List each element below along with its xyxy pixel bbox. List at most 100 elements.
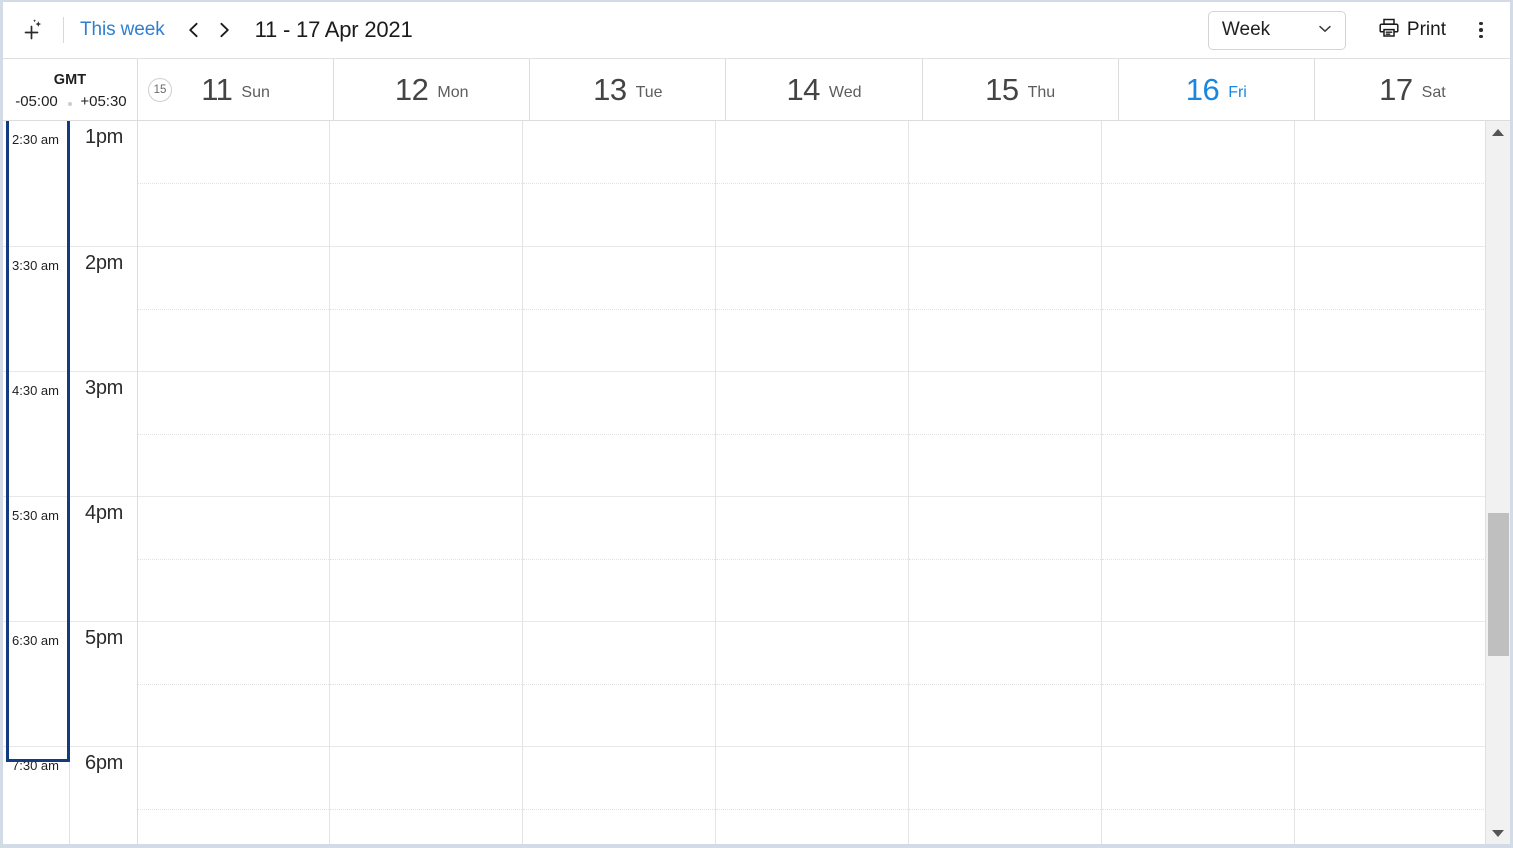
time-slot[interactable] xyxy=(138,621,329,746)
time-slot[interactable] xyxy=(909,371,1101,496)
kebab-dot xyxy=(1479,34,1483,39)
hour-label: 4:30 am xyxy=(3,371,69,496)
time-slot[interactable] xyxy=(523,121,715,246)
time-slot[interactable] xyxy=(716,371,908,496)
hour-label: 3pm xyxy=(70,371,137,496)
chevron-right-icon[interactable] xyxy=(209,14,239,46)
day-column-sun[interactable] xyxy=(138,121,330,844)
hour-text: 4:30 am xyxy=(12,383,59,398)
day-column-thu[interactable] xyxy=(909,121,1102,844)
view-mode-select[interactable]: Week xyxy=(1207,10,1346,50)
time-slot[interactable] xyxy=(909,496,1101,621)
toolbar: This week 11 - 17 Apr 2021 Week Print xyxy=(3,2,1510,59)
time-slot[interactable] xyxy=(1102,621,1294,746)
scroll-down-triangle xyxy=(1492,829,1504,837)
time-slot[interactable] xyxy=(1295,121,1488,246)
timezone-offset-secondary[interactable]: +05:30 xyxy=(70,93,137,110)
day-column-sat[interactable] xyxy=(1295,121,1488,844)
time-slot[interactable] xyxy=(523,371,715,496)
hour-label: 5pm xyxy=(70,621,137,746)
date-range-title: 11 - 17 Apr 2021 xyxy=(254,17,413,42)
day-header-sun[interactable]: 15 11 Sun xyxy=(138,59,335,120)
day-number: 17 xyxy=(1379,72,1413,107)
timezone-title: GMT xyxy=(53,72,87,88)
calendar-body: 2:30 am 3:30 am 4:30 am 5:30 am 6:30 am … xyxy=(3,121,1510,844)
hour-text: 4pm xyxy=(85,502,124,524)
time-slot[interactable] xyxy=(330,621,522,746)
time-slot[interactable] xyxy=(330,746,522,844)
day-header-sat[interactable]: 17 Sat xyxy=(1315,59,1510,120)
timezone-column-secondary[interactable]: 1pm 2pm 3pm 4pm 5pm 6pm xyxy=(70,121,137,844)
time-slot[interactable] xyxy=(909,121,1101,246)
time-slot[interactable] xyxy=(138,121,329,246)
time-slot[interactable] xyxy=(1295,496,1488,621)
day-column-fri[interactable] xyxy=(1102,121,1295,844)
time-slot[interactable] xyxy=(1295,246,1488,371)
time-slot[interactable] xyxy=(1102,371,1294,496)
time-slot[interactable] xyxy=(523,246,715,371)
day-number: 13 xyxy=(593,72,627,107)
view-mode-value: Week xyxy=(1221,19,1271,40)
vertical-scrollbar[interactable] xyxy=(1485,121,1510,844)
time-slot[interactable] xyxy=(716,121,908,246)
time-slot[interactable] xyxy=(138,746,329,844)
hour-text: 3:30 am xyxy=(12,258,59,273)
sparkle-plus-icon[interactable] xyxy=(17,13,51,47)
day-header-fri[interactable]: 16 Fri xyxy=(1119,59,1315,120)
scroll-down-arrow-icon[interactable] xyxy=(1486,824,1510,842)
time-slot[interactable] xyxy=(523,746,715,844)
time-slot[interactable] xyxy=(1295,371,1488,496)
timezone-offsets: -05:00 +05:30 xyxy=(3,93,137,110)
time-slot[interactable] xyxy=(1102,496,1294,621)
time-slot[interactable] xyxy=(1102,746,1294,844)
time-slot[interactable] xyxy=(716,246,908,371)
time-slot[interactable] xyxy=(716,621,908,746)
scrollbar-thumb[interactable] xyxy=(1488,513,1509,656)
hour-text: 7:30 am xyxy=(12,758,59,773)
hour-text: 2pm xyxy=(85,252,124,274)
hour-label: 3:30 am xyxy=(3,246,69,371)
time-slot[interactable] xyxy=(138,371,329,496)
time-slot[interactable] xyxy=(330,121,522,246)
time-slot[interactable] xyxy=(138,496,329,621)
scroll-up-triangle xyxy=(1492,128,1504,136)
day-header-thu[interactable]: 15 Thu xyxy=(923,59,1119,120)
timezone-column-primary[interactable]: 2:30 am 3:30 am 4:30 am 5:30 am 6:30 am … xyxy=(3,121,70,844)
day-header-tue[interactable]: 13 Tue xyxy=(530,59,727,120)
this-week-button[interactable]: This week xyxy=(80,19,165,41)
time-slot[interactable] xyxy=(523,496,715,621)
day-column-wed[interactable] xyxy=(716,121,909,844)
time-slot[interactable] xyxy=(1102,246,1294,371)
timezone-offset-primary[interactable]: -05:00 xyxy=(3,93,70,110)
day-header-mon[interactable]: 12 Mon xyxy=(334,59,531,120)
day-name: Sun xyxy=(241,84,270,101)
kebab-menu-icon[interactable] xyxy=(1468,13,1494,47)
hour-text: 6:30 am xyxy=(12,633,59,648)
week-number-badge[interactable]: 15 xyxy=(148,77,172,102)
day-number: 14 xyxy=(786,72,820,107)
time-slot[interactable] xyxy=(716,496,908,621)
time-slot[interactable] xyxy=(138,246,329,371)
time-slot[interactable] xyxy=(330,496,522,621)
print-button[interactable]: Print xyxy=(1378,17,1446,44)
day-name: Sat xyxy=(1421,84,1446,101)
time-slot[interactable] xyxy=(1295,621,1488,746)
time-slot[interactable] xyxy=(523,621,715,746)
time-slot[interactable] xyxy=(330,371,522,496)
time-slot[interactable] xyxy=(1102,121,1294,246)
day-column-tue[interactable] xyxy=(523,121,716,844)
day-number: 12 xyxy=(394,72,429,107)
time-slot[interactable] xyxy=(909,746,1101,844)
time-slot[interactable] xyxy=(330,246,522,371)
toolbar-left-group: This week 11 - 17 Apr 2021 xyxy=(17,13,413,47)
day-header-wed[interactable]: 14 Wed xyxy=(726,59,923,120)
time-slot[interactable] xyxy=(909,246,1101,371)
day-number: 11 xyxy=(201,72,233,107)
day-column-mon[interactable] xyxy=(330,121,523,844)
time-slot[interactable] xyxy=(1295,746,1488,844)
chevron-left-icon[interactable] xyxy=(179,14,209,46)
scroll-up-arrow-icon[interactable] xyxy=(1486,123,1510,141)
kebab-dot xyxy=(1479,21,1483,26)
time-slot[interactable] xyxy=(909,621,1101,746)
time-slot[interactable] xyxy=(716,746,908,844)
